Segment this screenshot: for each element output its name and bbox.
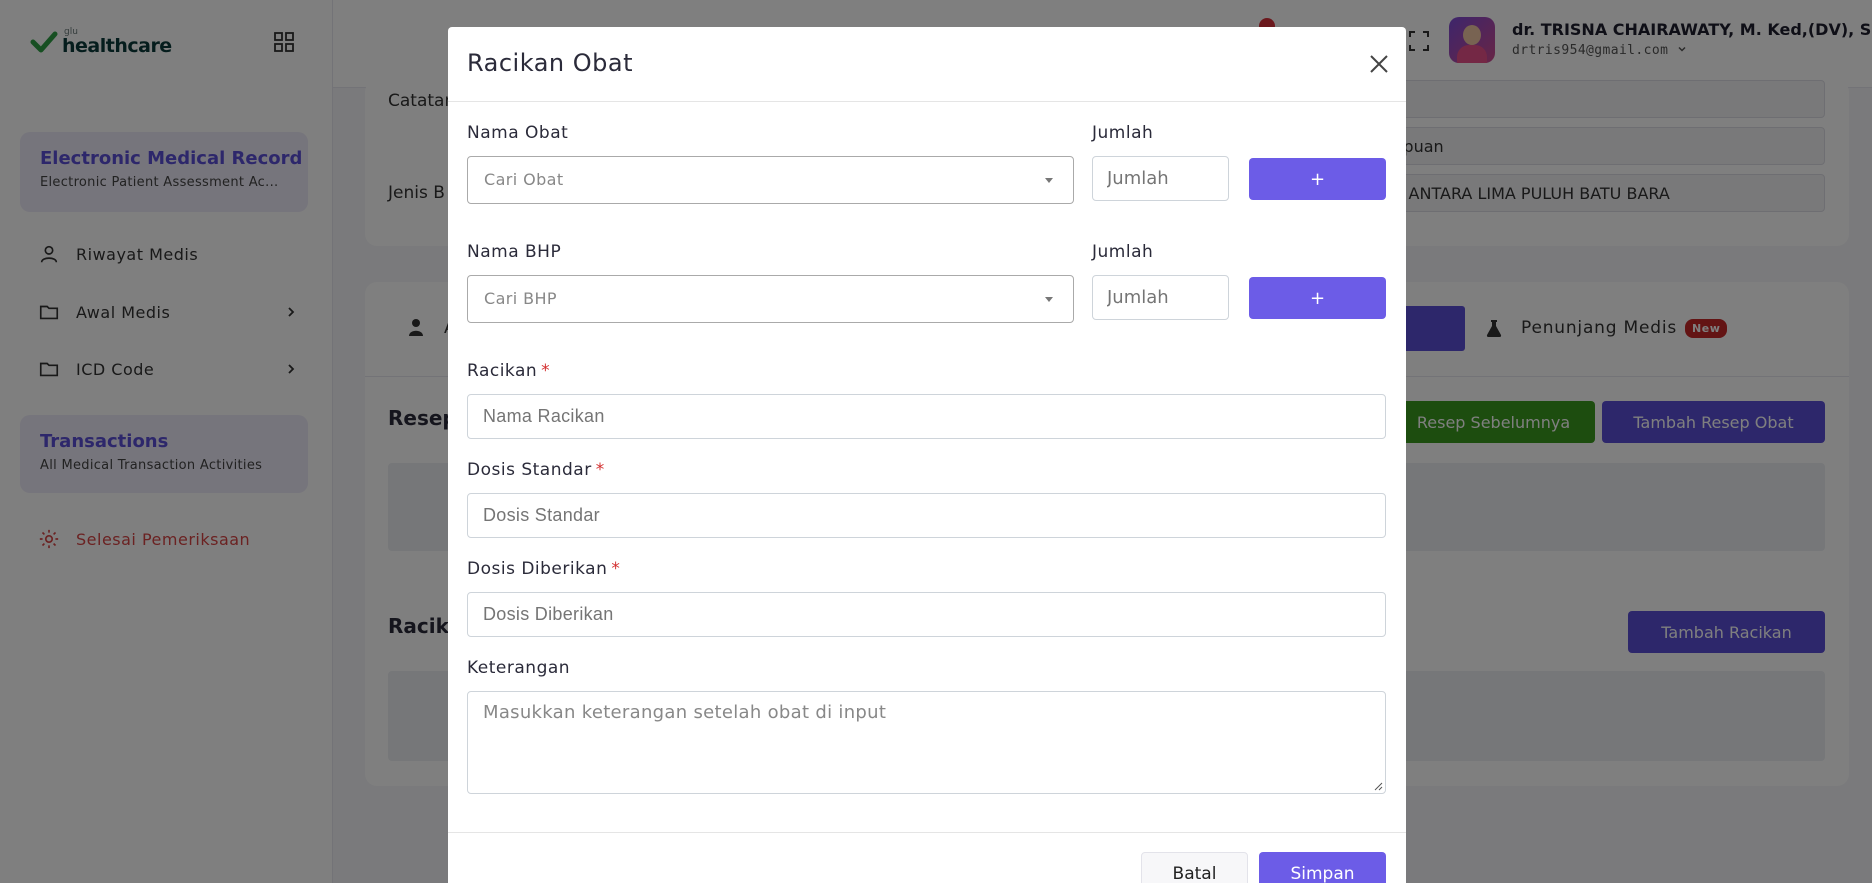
nama-bhp-label: Nama BHP — [467, 242, 562, 262]
caret-down-icon — [1045, 178, 1053, 183]
jumlah-bhp-input[interactable] — [1092, 275, 1229, 320]
required-mark: * — [611, 559, 621, 579]
dosis-standar-label-text: Dosis Standar — [467, 460, 592, 480]
bhp-select[interactable]: Cari BHP — [467, 275, 1074, 323]
jumlah-bhp-label: Jumlah — [1092, 242, 1154, 262]
required-mark: * — [541, 361, 551, 381]
dosis-standar-label: Dosis Standar * — [467, 460, 605, 480]
dosis-diberikan-label: Dosis Diberikan * — [467, 559, 620, 579]
dosis-diberikan-input[interactable] — [467, 592, 1386, 637]
dosis-standar-input[interactable] — [467, 493, 1386, 538]
caret-down-icon — [1045, 297, 1053, 302]
modal-footer-divider — [448, 832, 1406, 833]
keterangan-textarea[interactable]: Masukkan keterangan setelah obat di inpu… — [467, 691, 1386, 794]
modal-header: Racikan Obat — [448, 27, 1406, 102]
modal-title: Racikan Obat — [467, 49, 633, 77]
racikan-input[interactable] — [467, 394, 1386, 439]
add-bhp-button[interactable]: + — [1249, 277, 1386, 319]
required-mark: * — [595, 460, 605, 480]
keterangan-placeholder: Masukkan keterangan setelah obat di inpu… — [483, 702, 887, 723]
resize-handle-icon[interactable] — [1373, 781, 1383, 791]
bhp-select-placeholder: Cari BHP — [484, 289, 557, 308]
obat-select[interactable]: Cari Obat — [467, 156, 1074, 204]
racikan-obat-modal: Racikan Obat Nama Obat Jumlah Cari Obat … — [448, 27, 1406, 883]
dosis-diberikan-label-text: Dosis Diberikan — [467, 559, 608, 579]
jumlah-obat-label: Jumlah — [1092, 123, 1154, 143]
racikan-label-text: Racikan — [467, 361, 538, 381]
jumlah-obat-input[interactable] — [1092, 156, 1229, 201]
racikan-label: Racikan * — [467, 361, 550, 381]
close-icon[interactable] — [1366, 51, 1392, 77]
obat-select-placeholder: Cari Obat — [484, 170, 564, 189]
nama-obat-label: Nama Obat — [467, 123, 569, 143]
batal-button[interactable]: Batal — [1141, 852, 1248, 883]
keterangan-label: Keterangan — [467, 658, 571, 678]
simpan-button[interactable]: Simpan — [1259, 852, 1386, 883]
add-obat-button[interactable]: + — [1249, 158, 1386, 200]
